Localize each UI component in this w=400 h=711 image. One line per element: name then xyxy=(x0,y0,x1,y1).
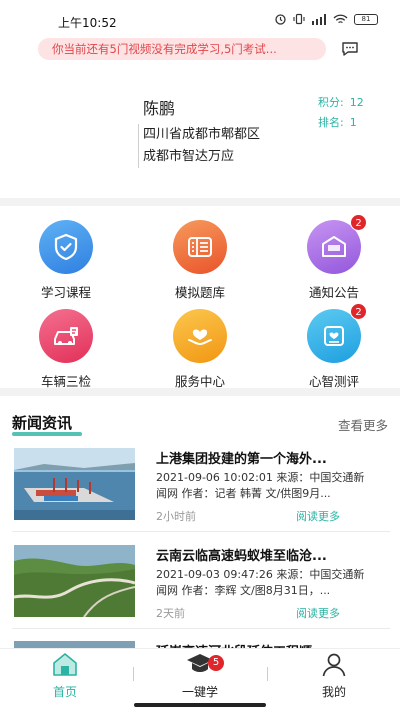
signal-icon xyxy=(311,13,327,25)
vibrate-icon xyxy=(293,13,305,25)
user-icon xyxy=(322,653,346,677)
news-meta: 2021-09-03 09:47:26 来源：中国交通新闻网 作者：李辉 文/图… xyxy=(156,568,365,597)
battery-icon: 81 xyxy=(354,13,378,25)
tab-study[interactable]: 5 一键学 xyxy=(150,651,250,700)
news-read-more[interactable]: 阅读更多 xyxy=(296,605,340,621)
tab-mine[interactable]: 我的 xyxy=(284,651,384,700)
notice-envelope-icon: 2 xyxy=(307,214,367,274)
news-item[interactable]: 上港集团投建的第一个海外... 2021-09-06 10:02:01 来源：中… xyxy=(0,440,400,532)
tab-study-label: 一键学 xyxy=(181,685,218,699)
message-icon[interactable] xyxy=(340,39,360,59)
grid-item-service[interactable]: 服务中心 xyxy=(145,309,255,390)
news-headline: 云南云临高速蚂蚁堆至临沧... xyxy=(156,549,327,564)
rank-value: 1 xyxy=(349,116,357,129)
home-indicator xyxy=(134,703,266,707)
news-thumbnail-highway xyxy=(14,545,135,617)
rank-label: 排名: xyxy=(318,116,344,129)
news-section-title: 新闻资讯 xyxy=(12,414,73,432)
profile-address: 四川省成都市郫都区 成都市智达万应 xyxy=(138,124,260,168)
notice-text: 你当前还有5门视频没有完成学习,5门考试... xyxy=(52,42,277,56)
shield-check-icon xyxy=(39,220,93,274)
assessment-badge: 2 xyxy=(350,303,367,320)
grid-item-notice[interactable]: 2 通知公告 xyxy=(279,214,389,301)
score-box: 积分: 12 排名: 1 xyxy=(318,93,364,133)
news-divider xyxy=(12,628,390,629)
tab-home-label: 首页 xyxy=(52,685,77,699)
heart-assessment-icon: 2 xyxy=(307,303,367,363)
bottom-tab-bar: 首页 5 一键学 我的 xyxy=(0,648,400,711)
tab-separator xyxy=(133,667,134,681)
news-time: 2小时前 xyxy=(156,510,196,523)
section-divider xyxy=(0,388,400,396)
score-row: 积分: 12 xyxy=(318,93,364,113)
news-item[interactable]: 云南云临高速蚂蚁堆至临沧... 2021-09-03 09:47:26 来源：中… xyxy=(0,537,400,629)
news-time: 2天前 xyxy=(156,607,185,620)
address-line-1: 四川省成都市郫都区 xyxy=(143,127,261,142)
status-icons: 81 xyxy=(274,13,378,25)
news-read-more[interactable]: 阅读更多 xyxy=(296,508,340,524)
tab-separator xyxy=(267,667,268,681)
study-badge: 5 xyxy=(208,655,224,671)
wifi-icon xyxy=(333,14,348,25)
notice-banner[interactable]: 你当前还有5门视频没有完成学习,5门考试... xyxy=(38,38,326,60)
section-divider xyxy=(0,198,400,206)
tab-home[interactable]: 首页 xyxy=(15,651,115,700)
grid-label: 学习课程 xyxy=(40,285,91,300)
news-meta: 2021-09-06 10:02:01 来源：中国交通新闻网 作者：记者 韩菁 … xyxy=(156,471,365,500)
status-time: 上午10:52 xyxy=(58,16,117,30)
heart-hand-icon xyxy=(173,309,227,363)
grid-label: 模拟题库 xyxy=(174,285,225,300)
status-bar: 上午10:52 81 xyxy=(0,0,400,36)
grid-item-question-bank[interactable]: 模拟题库 xyxy=(145,220,255,301)
news-headline: 上港集团投建的第一个海外... xyxy=(156,452,327,467)
grid-item-vehicle-check[interactable]: 车辆三检 xyxy=(11,309,121,390)
car-inspection-icon xyxy=(39,309,93,363)
profile-name: 陈鹏 xyxy=(143,99,176,118)
grid-item-assessment[interactable]: 2 心智测评 xyxy=(279,303,389,390)
news-header: 新闻资讯 查看更多 xyxy=(0,408,400,438)
grid-label: 通知公告 xyxy=(308,285,359,300)
question-bank-icon xyxy=(173,220,227,274)
tab-mine-label: 我的 xyxy=(321,685,346,699)
alarm-icon xyxy=(274,13,287,25)
home-icon xyxy=(53,653,77,676)
notice-badge: 2 xyxy=(350,214,367,231)
score-value: 12 xyxy=(349,96,364,109)
score-label: 积分: xyxy=(318,96,344,109)
news-divider xyxy=(12,531,390,532)
news-thumbnail-port xyxy=(14,448,135,520)
rank-row: 排名: 1 xyxy=(318,113,364,133)
address-line-2: 成都市智达万应 xyxy=(143,149,235,164)
news-more-link[interactable]: 查看更多 xyxy=(338,415,388,434)
grid-item-courses[interactable]: 学习课程 xyxy=(11,220,121,301)
